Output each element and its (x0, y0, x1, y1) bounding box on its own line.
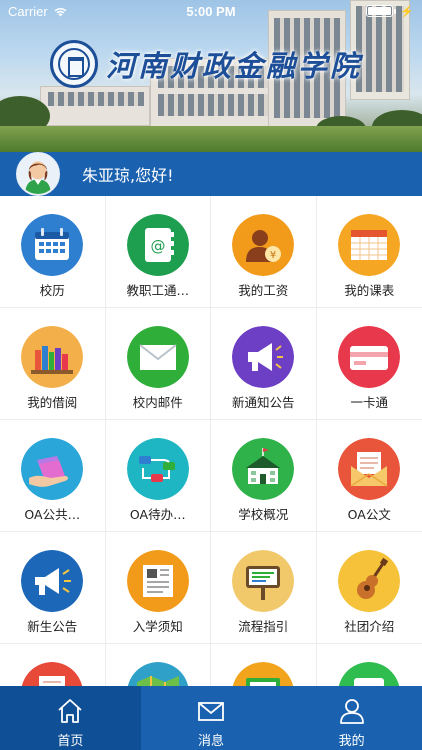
grid-item-partial-3[interactable] (211, 644, 317, 686)
address-book-icon: @ (126, 214, 189, 276)
grid-item-label: 社团介绍 (344, 619, 395, 634)
workflow-icon (126, 438, 189, 500)
battery-icon (366, 5, 397, 17)
grid-item-label: OA待办… (129, 507, 186, 522)
grid-item-oa-documents[interactable]: OA公文 (316, 420, 422, 532)
tab-messages-label: 消息 (198, 734, 225, 749)
wifi-icon (54, 7, 67, 16)
tab-home[interactable]: 首页 (0, 686, 141, 750)
grid-item-calendar[interactable]: 校历 (0, 196, 106, 308)
user-bar (0, 152, 422, 196)
grid-item-partial-2[interactable] (106, 644, 211, 686)
svg-text:¥: ¥ (270, 250, 276, 261)
status-bar: Carrier 5:00 PM ⚡ (0, 0, 422, 22)
timetable-icon (338, 214, 401, 276)
grid-item-label: 流程指引 (238, 619, 289, 634)
tab-messages[interactable]: 消息 (141, 686, 282, 750)
home-icon (58, 699, 82, 723)
function-grid: 校历 @ 教职工通… ¥ 我的工资 我的课表 我的借阅 校内邮件 新通知公告 一… (0, 196, 422, 686)
grid-item-my-salary[interactable]: ¥ 我的工资 (211, 196, 317, 308)
grid-item-oa-todo[interactable]: OA待办… (105, 420, 211, 532)
grid-item-partial-4[interactable] (317, 644, 422, 686)
grid-item-staff-directory[interactable]: @ 教职工通… (105, 196, 211, 308)
grid-item-label: 我的借阅 (27, 395, 78, 410)
clock: 5:00 PM (186, 3, 236, 19)
partial-map-icon (127, 662, 189, 686)
grid-item-admission-guide[interactable]: 入学须知 (105, 532, 211, 644)
tab-home-label: 首页 (57, 734, 84, 749)
tab-profile-label: 我的 (338, 734, 365, 749)
grid-item-process-guide[interactable]: 流程指引 (211, 532, 317, 644)
grid-item-label: 校内邮件 (132, 395, 183, 410)
grid-item-freshman-notice[interactable]: 新生公告 (0, 532, 106, 644)
guitar-icon (338, 550, 401, 612)
grid-item-label: 校历 (39, 283, 65, 298)
grid-item-label: 我的课表 (344, 283, 395, 298)
grid-item-label: 教职工通… (126, 283, 189, 298)
bottom-tab-bar: 首页 消息 我的 (0, 686, 422, 750)
partial-icon-4 (338, 662, 400, 686)
school-name: 河南财政金融学院 (106, 49, 363, 83)
mail-icon (126, 326, 189, 388)
avatar[interactable] (16, 152, 60, 196)
card-icon (338, 326, 401, 388)
grid-item-oa-public[interactable]: OA公共… (0, 420, 106, 532)
document-envelope-icon (338, 438, 401, 500)
tab-profile[interactable]: 我的 (281, 686, 422, 750)
oa-folder-icon (21, 438, 84, 500)
grid-item-label: 一卡通 (350, 395, 388, 410)
person-icon (339, 699, 364, 724)
school-logo: 河南财政金融学院 (50, 40, 362, 88)
grid-item-label: 新通知公告 (231, 395, 295, 410)
grid-item-campus-mail[interactable]: 校内邮件 (105, 308, 211, 420)
grid-item-label: OA公共… (24, 507, 81, 522)
grid-item-label: 我的工资 (238, 283, 289, 298)
grid-item-campus-card[interactable]: 一卡通 (316, 308, 422, 420)
grid-item-notices[interactable]: 新通知公告 (211, 308, 317, 420)
grid-item-label: OA公文 (347, 507, 391, 522)
calendar-icon (21, 214, 84, 276)
grid-item-label: 学校概况 (238, 507, 289, 522)
partial-icon-1 (21, 662, 83, 686)
svg-text:@: @ (150, 237, 165, 255)
grid-item-partial-1[interactable] (0, 644, 106, 686)
grid-item-school-overview[interactable]: 学校概况 (211, 420, 317, 532)
grid-item-my-borrowing[interactable]: 我的借阅 (0, 308, 106, 420)
salary-icon: ¥ (232, 214, 295, 276)
newspaper-icon (126, 550, 189, 612)
freshman-megaphone-icon (21, 550, 84, 612)
grid-item-my-timetable[interactable]: 我的课表 (316, 196, 422, 308)
charging-icon: ⚡ (400, 5, 414, 18)
books-icon (21, 326, 84, 388)
signboard-icon (232, 550, 295, 612)
school-seal-icon (50, 40, 98, 88)
user-greeting: 朱亚琼,您好! (82, 166, 174, 185)
grid-item-club-intro[interactable]: 社团介绍 (316, 532, 422, 644)
megaphone-icon (232, 326, 295, 388)
grid-item-label: 入学须知 (132, 619, 183, 634)
school-icon (232, 438, 295, 500)
carrier-label: Carrier (8, 3, 48, 19)
grid-item-label: 新生公告 (27, 619, 78, 634)
envelope-icon (198, 702, 224, 721)
partial-icon-3 (232, 662, 294, 686)
